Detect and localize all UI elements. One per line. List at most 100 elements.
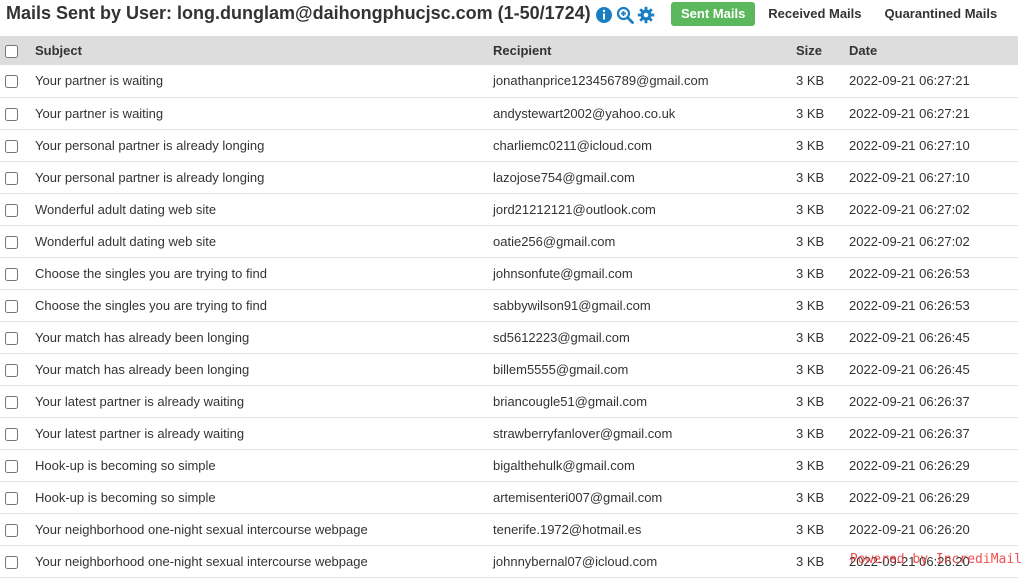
mail-date: 2022-09-21 06:27:02: [849, 201, 970, 217]
mail-subject[interactable]: Your neighborhood one-night sexual inter…: [31, 545, 489, 577]
row-checkbox[interactable]: [5, 171, 18, 185]
row-select-cell: [0, 65, 31, 97]
mail-size: 3 KB: [796, 137, 825, 153]
tab-received-mails[interactable]: Received Mails: [758, 2, 871, 26]
row-select-cell: [0, 449, 31, 481]
mail-subject[interactable]: Your match has already been longing: [31, 321, 489, 353]
zoom-in-icon[interactable]: [616, 6, 634, 24]
row-checkbox[interactable]: [5, 267, 18, 281]
mail-recipient: strawberryfanlover@gmail.com: [493, 425, 673, 441]
table-row[interactable]: Hook-up is becoming so simple bigalthehul…: [0, 449, 1018, 481]
row-select-cell: [0, 129, 31, 161]
mail-subject[interactable]: Your partner is waiting: [31, 65, 489, 97]
table-row[interactable]: Your partner is waiting andystewart2002@y…: [0, 97, 1018, 129]
mail-subject[interactable]: Your personal partner is already longing: [31, 129, 489, 161]
watermark: Powered by IncrediMail: [849, 552, 1022, 567]
mail-date: 2022-09-21 06:26:37: [849, 425, 970, 441]
mail-recipient: jonathanprice123456789@gmail.com: [493, 73, 709, 89]
mail-recipient: briancougle51@gmail.com: [493, 393, 648, 409]
select-all-cell: [0, 36, 31, 65]
row-checkbox[interactable]: [5, 363, 18, 377]
row-checkbox[interactable]: [5, 395, 18, 409]
mail-subject[interactable]: Your match has already been longing: [31, 353, 489, 385]
mail-recipient: artemisenteri007@gmail.com: [493, 489, 663, 505]
row-select-cell: [0, 193, 31, 225]
mail-subject[interactable]: Your latest partner is already waiting: [31, 385, 489, 417]
mail-subject[interactable]: Hook-up is becoming so simple: [31, 449, 489, 481]
mail-recipient: tenerife.1972@hotmail.es: [493, 521, 642, 537]
row-checkbox[interactable]: [5, 139, 18, 153]
table-row[interactable]: Your latest partner is already waiting st…: [0, 417, 1018, 449]
page-header: Mails Sent by User: long.dunglam@daihong…: [0, 0, 1024, 34]
table-row[interactable]: Your personal partner is already longing…: [0, 161, 1018, 193]
mail-subject[interactable]: Your latest partner is already waiting: [31, 417, 489, 449]
mail-date: 2022-09-21 06:26:45: [849, 361, 970, 377]
row-checkbox[interactable]: [5, 331, 18, 345]
mail-subject[interactable]: Choose the singles you are trying to fin…: [31, 289, 489, 321]
row-checkbox[interactable]: [5, 235, 18, 249]
mail-size: 3 KB: [796, 169, 825, 185]
table-row[interactable]: Wonderful adult dating web site jord21212…: [0, 193, 1018, 225]
mail-recipient: jord21212121@outlook.com: [493, 201, 656, 217]
row-select-cell: [0, 481, 31, 513]
gear-icon[interactable]: [637, 6, 655, 24]
tab-sent-mails[interactable]: Sent Mails: [671, 2, 756, 26]
mail-recipient: andystewart2002@yahoo.co.uk: [493, 105, 676, 121]
mail-size: 3 KB: [796, 361, 825, 377]
table-header-row: Subject Recipient Size Date: [0, 36, 1018, 65]
row-checkbox[interactable]: [5, 491, 18, 505]
mail-size: 3 KB: [796, 201, 825, 217]
row-checkbox[interactable]: [5, 427, 18, 441]
table-row[interactable]: Your match has already been longing bille…: [0, 353, 1018, 385]
mail-recipient: johnnybernal07@icloud.com: [493, 553, 658, 569]
table-row[interactable]: Your partner is waiting jonathanprice1234…: [0, 65, 1018, 97]
table-row[interactable]: Your personal partner is already longing…: [0, 129, 1018, 161]
column-header-size[interactable]: Size: [792, 36, 845, 65]
row-select-cell: [0, 321, 31, 353]
row-checkbox[interactable]: [5, 107, 18, 121]
mail-subject[interactable]: Hook-up is becoming so simple: [31, 481, 489, 513]
table-header: Subject Recipient Size Date: [0, 36, 1018, 65]
mail-subject[interactable]: Wonderful adult dating web site: [31, 193, 489, 225]
table-row[interactable]: Your latest partner is already waiting br…: [0, 385, 1018, 417]
mail-subject[interactable]: Choose the singles you are trying to fin…: [31, 257, 489, 289]
table-row[interactable]: Your match has already been longing sd561…: [0, 321, 1018, 353]
mail-recipient: sd5612223@gmail.com: [493, 329, 630, 345]
select-all-checkbox[interactable]: [5, 45, 18, 59]
row-checkbox[interactable]: [5, 299, 18, 313]
mail-date: 2022-09-21 06:26:53: [849, 265, 970, 281]
column-header-date[interactable]: Date: [845, 36, 1018, 65]
table-row[interactable]: Choose the singles you are trying to fin…: [0, 289, 1018, 321]
mail-date: 2022-09-21 06:26:53: [849, 297, 970, 313]
table-row[interactable]: Your neighborhood one-night sexual inter…: [0, 513, 1018, 545]
mail-date: 2022-09-21 06:26:37: [849, 393, 970, 409]
row-checkbox[interactable]: [5, 523, 18, 537]
row-select-cell: [0, 225, 31, 257]
mail-subject[interactable]: Your personal partner is already longing: [31, 161, 489, 193]
column-header-recipient[interactable]: Recipient: [489, 36, 792, 65]
table-row[interactable]: Hook-up is becoming so simple artemisente…: [0, 481, 1018, 513]
row-checkbox[interactable]: [5, 203, 18, 217]
mail-subject[interactable]: Wonderful adult dating web site: [31, 225, 489, 257]
table-body: Your partner is waiting jonathanprice1234…: [0, 65, 1018, 577]
row-checkbox[interactable]: [5, 459, 18, 473]
mail-date: 2022-09-21 06:27:21: [849, 105, 970, 121]
table-row[interactable]: Wonderful adult dating web site oatie256@…: [0, 225, 1018, 257]
row-checkbox[interactable]: [5, 555, 18, 569]
info-icon[interactable]: [595, 6, 613, 24]
row-select-cell: [0, 289, 31, 321]
mail-subject[interactable]: Your partner is waiting: [31, 97, 489, 129]
mail-recipient: lazojose754@gmail.com: [493, 169, 635, 185]
mail-recipient: oatie256@gmail.com: [493, 233, 616, 249]
mail-date: 2022-09-21 06:27:10: [849, 137, 970, 153]
mail-size: 3 KB: [796, 233, 825, 249]
page-title: Mails Sent by User: long.dunglam@daihong…: [6, 3, 591, 23]
row-select-cell: [0, 385, 31, 417]
column-header-subject[interactable]: Subject: [31, 36, 489, 65]
mail-subject[interactable]: Your neighborhood one-night sexual inter…: [31, 513, 489, 545]
tab-quarantined-mails[interactable]: Quarantined Mails: [875, 2, 1008, 26]
row-checkbox[interactable]: [5, 75, 18, 89]
table-row[interactable]: Choose the singles you are trying to fin…: [0, 257, 1018, 289]
row-select-cell: [0, 545, 31, 577]
row-select-cell: [0, 353, 31, 385]
